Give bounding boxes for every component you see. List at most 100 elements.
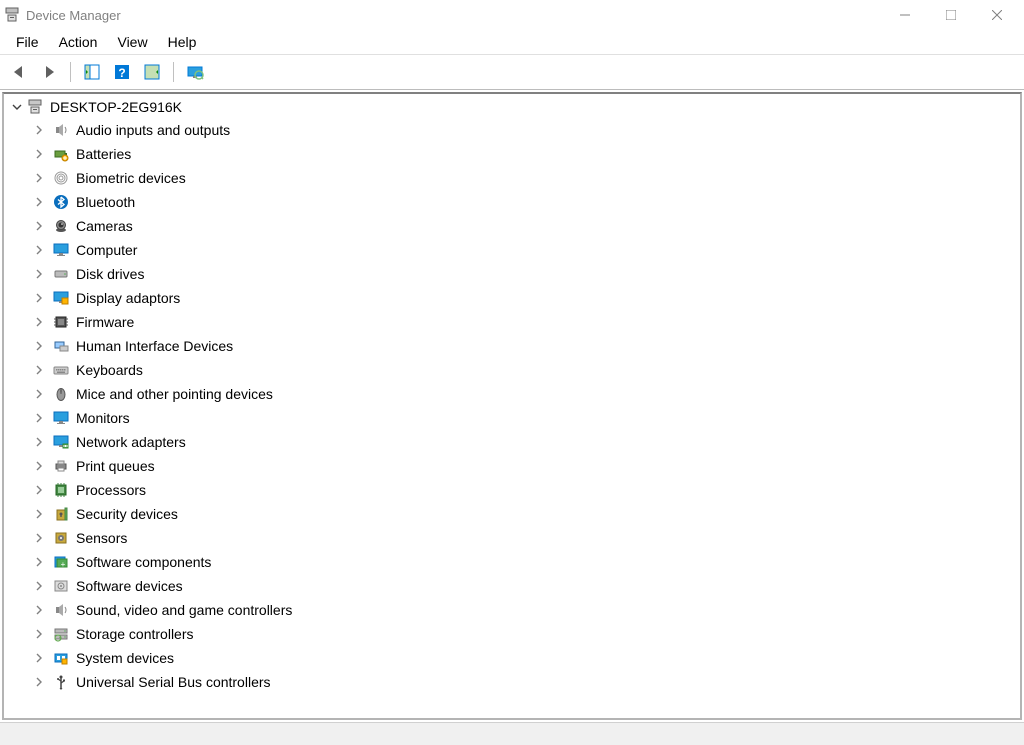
back-button[interactable] (6, 59, 32, 85)
chevron-right-icon[interactable] (32, 483, 46, 497)
toolbar-separator (70, 62, 71, 82)
chevron-right-icon[interactable] (32, 675, 46, 689)
chevron-right-icon[interactable] (32, 507, 46, 521)
chevron-right-icon[interactable] (32, 603, 46, 617)
tree-item-label: Human Interface Devices (76, 338, 233, 354)
chevron-right-icon[interactable] (32, 147, 46, 161)
chevron-down-icon[interactable] (10, 100, 24, 114)
tree-item-label: Disk drives (76, 266, 144, 282)
swdev-icon (52, 577, 70, 595)
tree-item-label: Audio inputs and outputs (76, 122, 230, 138)
tree-root-node[interactable]: DESKTOP-2EG916K (10, 96, 1014, 118)
usb-icon (52, 673, 70, 691)
tree-item[interactable]: + Software components (10, 550, 1014, 574)
tree-item[interactable]: Monitors (10, 406, 1014, 430)
tree-item[interactable]: Security devices (10, 502, 1014, 526)
fingerprint-icon (52, 169, 70, 187)
maximize-button[interactable] (928, 0, 974, 30)
chevron-right-icon[interactable] (32, 339, 46, 353)
tree-item[interactable]: Audio inputs and outputs (10, 118, 1014, 142)
swcomp-icon: + (52, 553, 70, 571)
minimize-button[interactable] (882, 0, 928, 30)
tree-item[interactable]: Sound, video and game controllers (10, 598, 1014, 622)
chevron-right-icon[interactable] (32, 459, 46, 473)
tree-item-label: Sensors (76, 530, 127, 546)
tree-item[interactable]: Biometric devices (10, 166, 1014, 190)
tree-item[interactable]: Human Interface Devices (10, 334, 1014, 358)
forward-button[interactable] (36, 59, 62, 85)
show-hide-console-tree-button[interactable] (79, 59, 105, 85)
scan-for-changes-button[interactable] (182, 59, 208, 85)
tree-item-label: Cameras (76, 218, 133, 234)
tree-item[interactable]: Sensors (10, 526, 1014, 550)
help-button[interactable]: ? (109, 59, 135, 85)
scan-hardware-button[interactable] (139, 59, 165, 85)
tree-item[interactable]: Batteries (10, 142, 1014, 166)
chevron-right-icon[interactable] (32, 387, 46, 401)
tree-item[interactable]: Universal Serial Bus controllers (10, 670, 1014, 694)
menu-view[interactable]: View (107, 32, 157, 52)
titlebar: Device Manager (0, 0, 1024, 30)
tree-item-label: Computer (76, 242, 137, 258)
menu-file[interactable]: File (6, 32, 49, 52)
window-title: Device Manager (26, 8, 121, 23)
chevron-right-icon[interactable] (32, 243, 46, 257)
tree-item-label: Storage controllers (76, 626, 194, 642)
menu-help[interactable]: Help (158, 32, 207, 52)
chevron-right-icon[interactable] (32, 531, 46, 545)
chevron-right-icon[interactable] (32, 651, 46, 665)
chevron-right-icon[interactable] (32, 555, 46, 569)
tree-item[interactable]: Print queues (10, 454, 1014, 478)
menu-action[interactable]: Action (49, 32, 108, 52)
tree-item[interactable]: Disk drives (10, 262, 1014, 286)
toolbar: ? (0, 55, 1024, 90)
tree-item-label: Sound, video and game controllers (76, 602, 292, 618)
sensor-icon (52, 529, 70, 547)
tree-item[interactable]: Cameras (10, 214, 1014, 238)
statusbar (0, 722, 1024, 745)
tree-root-label: DESKTOP-2EG916K (50, 99, 182, 115)
tree-item-label: Security devices (76, 506, 178, 522)
chevron-right-icon[interactable] (32, 411, 46, 425)
tree-item[interactable]: Computer (10, 238, 1014, 262)
tree-item[interactable]: Mice and other pointing devices (10, 382, 1014, 406)
tree-item[interactable]: Processors (10, 478, 1014, 502)
chevron-right-icon[interactable] (32, 627, 46, 641)
tree-item[interactable]: Network adapters (10, 430, 1014, 454)
svg-text:?: ? (118, 66, 125, 80)
cpu-icon (52, 481, 70, 499)
chevron-right-icon[interactable] (32, 195, 46, 209)
chevron-right-icon[interactable] (32, 435, 46, 449)
tree-item-label: Print queues (76, 458, 155, 474)
svg-text:+: + (61, 560, 66, 569)
battery-icon (52, 145, 70, 163)
chevron-right-icon[interactable] (32, 363, 46, 377)
chevron-right-icon[interactable] (32, 267, 46, 281)
tree-item[interactable]: Software devices (10, 574, 1014, 598)
tree-item[interactable]: Storage controllers (10, 622, 1014, 646)
chevron-right-icon[interactable] (32, 123, 46, 137)
chevron-right-icon[interactable] (32, 219, 46, 233)
chevron-right-icon[interactable] (32, 291, 46, 305)
chevron-right-icon[interactable] (32, 579, 46, 593)
speaker-icon (52, 121, 70, 139)
bluetooth-icon (52, 193, 70, 211)
tree-item[interactable]: Display adaptors (10, 286, 1014, 310)
tree-item-label: Biometric devices (76, 170, 186, 186)
camera-icon (52, 217, 70, 235)
disk-icon (52, 265, 70, 283)
monitor-icon (52, 409, 70, 427)
tree-item-label: Monitors (76, 410, 130, 426)
tree-item[interactable]: Keyboards (10, 358, 1014, 382)
security-icon (52, 505, 70, 523)
network-icon (52, 433, 70, 451)
close-button[interactable] (974, 0, 1020, 30)
tree-item[interactable]: System devices (10, 646, 1014, 670)
speaker-icon (52, 601, 70, 619)
tree-item[interactable]: Firmware (10, 310, 1014, 334)
tree-item[interactable]: Bluetooth (10, 190, 1014, 214)
chevron-right-icon[interactable] (32, 171, 46, 185)
chevron-right-icon[interactable] (32, 315, 46, 329)
tree-item-label: Display adaptors (76, 290, 180, 306)
device-tree[interactable]: DESKTOP-2EG916K Audio inputs and outputs… (4, 94, 1020, 696)
